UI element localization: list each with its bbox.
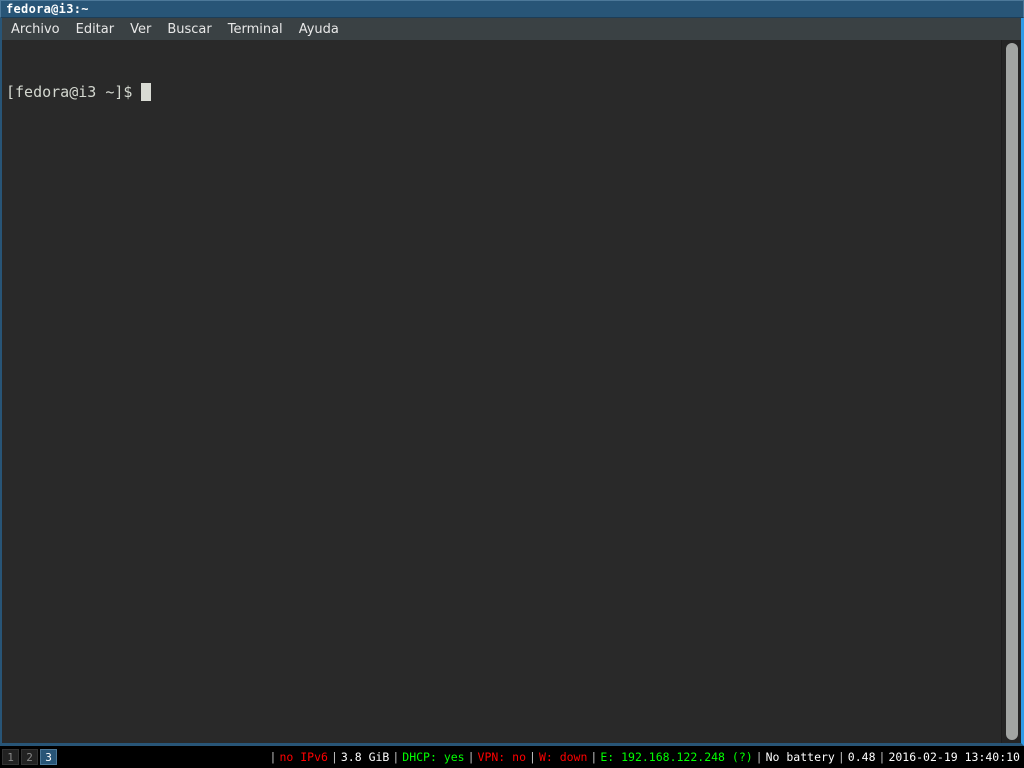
status-separator: |	[590, 750, 597, 764]
status-item: | No battery	[753, 750, 835, 764]
status-item: | no IPv6	[267, 750, 328, 764]
window-title: fedora@i3:~	[6, 2, 89, 16]
scrollbar-thumb[interactable]	[1006, 43, 1018, 740]
workspace-button[interactable]: 2	[21, 749, 38, 765]
i3bar: 123 | no IPv6 | 3.8 GiB | DHCP: yes | VP…	[0, 746, 1024, 768]
status-text: 2016-02-19 13:40:10	[888, 750, 1020, 764]
status-separator: |	[331, 750, 338, 764]
menubar-item[interactable]: Ayuda	[299, 22, 339, 37]
menubar-item[interactable]: Buscar	[167, 22, 211, 37]
menubar-item[interactable]: Archivo	[11, 22, 60, 37]
status-separator: |	[838, 750, 845, 764]
terminal-cursor	[141, 83, 151, 101]
terminal-window: Archivo Editar Ver Buscar Terminal Ayuda [fed…	[0, 18, 1024, 746]
status-separator: |	[392, 750, 399, 764]
status-item: | VPN: no	[465, 750, 526, 764]
status-line: | no IPv6 | 3.8 GiB | DHCP: yes | VPN: n…	[267, 750, 1022, 764]
status-separator: |	[756, 750, 763, 764]
menubar-item[interactable]: Ver	[130, 22, 151, 37]
status-item: | 2016-02-19 13:40:10	[876, 750, 1021, 764]
status-text: DHCP: yes	[402, 750, 464, 764]
workspace-switcher: 123	[2, 749, 59, 765]
status-item: | DHCP: yes	[389, 750, 464, 764]
status-text: 3.8 GiB	[341, 750, 389, 764]
status-item: | 0.48	[835, 750, 876, 764]
status-text: 0.48	[848, 750, 876, 764]
workspace-button[interactable]: 3	[40, 749, 57, 765]
status-item: | E: 192.168.122.248 (?)	[587, 750, 752, 764]
shell-prompt: [fedora@i3 ~]$	[6, 82, 132, 102]
status-text: No battery	[766, 750, 835, 764]
prompt-line: [fedora@i3 ~]$	[6, 82, 1021, 102]
status-separator: |	[529, 750, 536, 764]
status-text: E: 192.168.122.248 (?)	[600, 750, 752, 764]
scrollbar[interactable]	[1001, 40, 1021, 743]
terminal-screen[interactable]: [fedora@i3 ~]$	[2, 40, 1021, 743]
status-item: | 3.8 GiB	[328, 750, 389, 764]
status-separator: |	[468, 750, 475, 764]
menubar: Archivo Editar Ver Buscar Terminal Ayuda	[2, 18, 1021, 40]
desktop: fedora@i3:~ Archivo Editar Ver Buscar Termin…	[0, 0, 1024, 768]
menubar-item[interactable]: Terminal	[228, 22, 283, 37]
workspace-button[interactable]: 1	[2, 749, 19, 765]
status-item: | W: down	[526, 750, 587, 764]
status-separator: |	[879, 750, 886, 764]
status-text: no IPv6	[279, 750, 327, 764]
status-text: VPN: no	[478, 750, 526, 764]
status-text: W: down	[539, 750, 587, 764]
window-titlebar[interactable]: fedora@i3:~	[0, 0, 1024, 18]
status-separator: |	[270, 750, 277, 764]
menubar-item[interactable]: Editar	[76, 22, 115, 37]
